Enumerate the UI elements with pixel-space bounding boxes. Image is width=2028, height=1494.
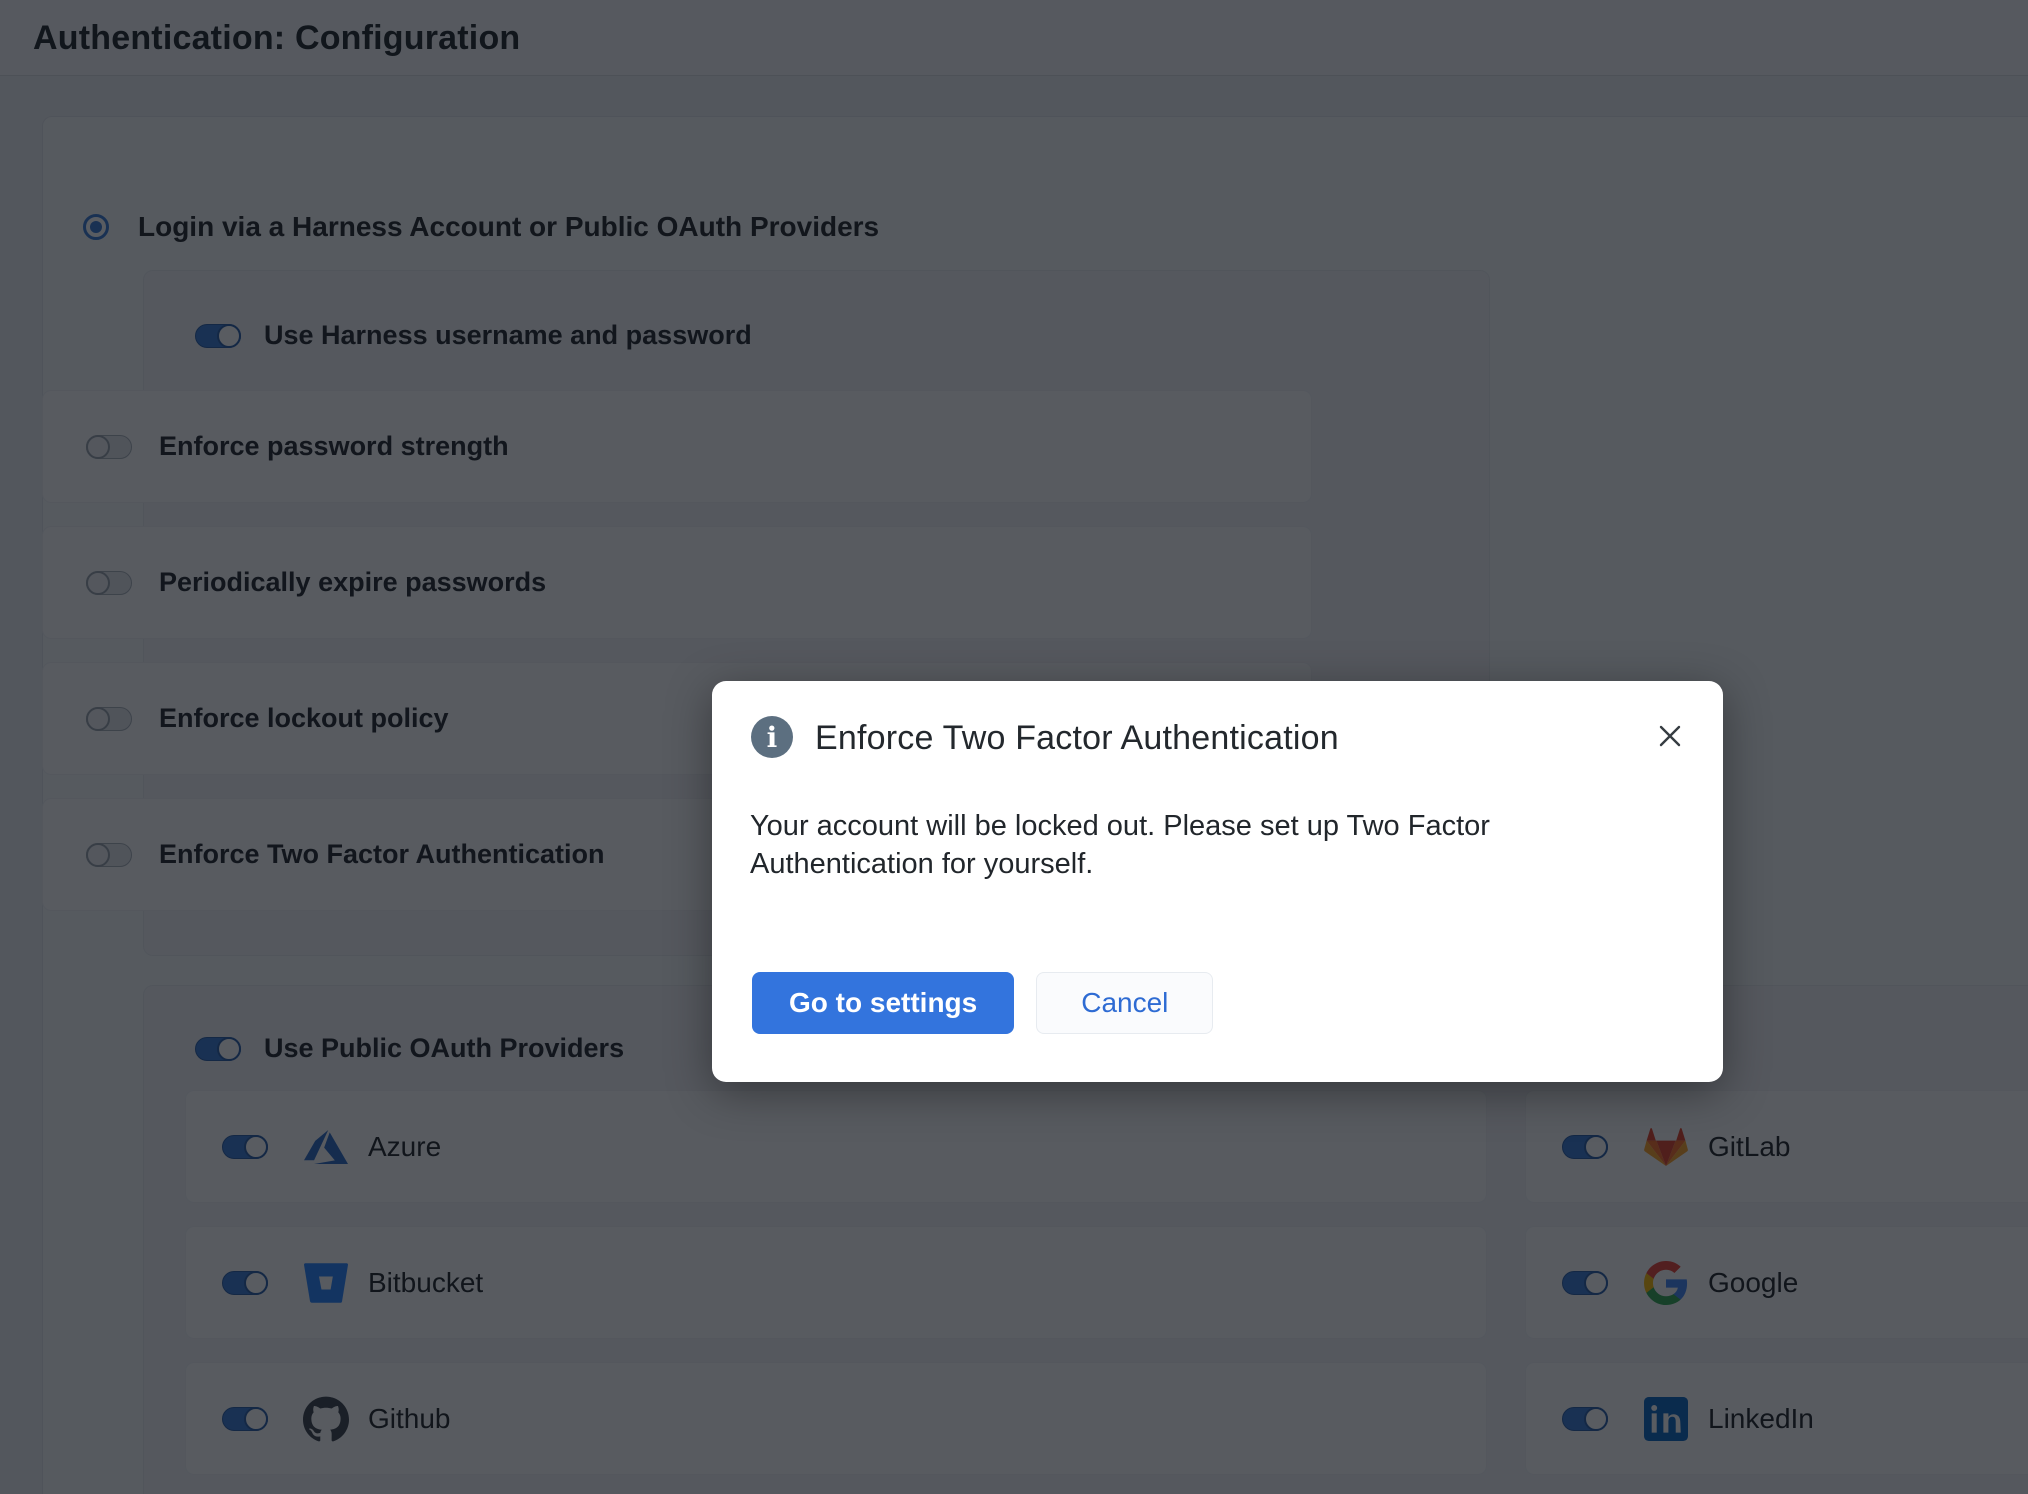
modal-title: Enforce Two Factor Authentication (815, 717, 1339, 759)
info-icon: i (751, 716, 793, 758)
cancel-button[interactable]: Cancel (1036, 972, 1213, 1034)
modal-body-text: Your account will be locked out. Please … (750, 807, 1550, 883)
two-factor-modal: i Enforce Two Factor Authentication Your… (712, 681, 1723, 1082)
authentication-configuration-page: Authentication: Configuration Login via … (0, 0, 2028, 1494)
go-to-settings-button[interactable]: Go to settings (752, 972, 1014, 1034)
modal-actions: Go to settings Cancel (752, 972, 1213, 1034)
close-icon[interactable] (1655, 721, 1685, 751)
